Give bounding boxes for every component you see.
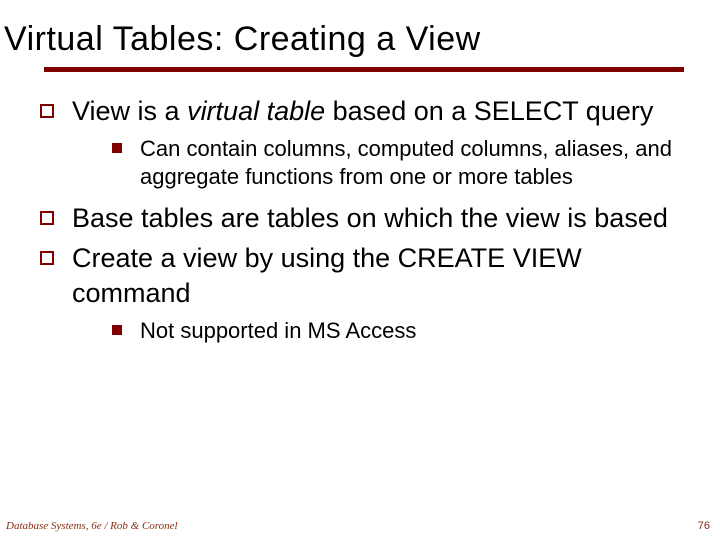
bullet-level2: Not supported in MS Access: [112, 317, 682, 345]
square-solid-icon: [112, 143, 122, 153]
square-solid-icon: [112, 325, 122, 335]
bullet-level1: View is a virtual table based on a SELEC…: [40, 94, 682, 129]
text-fragment: View is a: [72, 96, 187, 126]
slide-title: Virtual Tables: Creating a View: [4, 20, 700, 59]
square-outline-icon: [40, 211, 54, 225]
slide: Virtual Tables: Creating a View View is …: [0, 0, 720, 540]
bullet-level1: Base tables are tables on which the view…: [40, 201, 682, 236]
bullet-text: Not supported in MS Access: [140, 317, 416, 345]
bullet-level2: Can contain columns, computed columns, a…: [112, 135, 682, 191]
square-outline-icon: [40, 251, 54, 265]
footer-page-number: 76: [698, 520, 710, 532]
title-underline: [44, 67, 684, 72]
bullet-text: Can contain columns, computed columns, a…: [140, 135, 682, 191]
bullet-text: Base tables are tables on which the view…: [72, 201, 668, 236]
text-fragment: based on a SELECT query: [325, 96, 653, 126]
text-emphasis: virtual table: [187, 96, 325, 126]
bullet-text: Create a view by using the CREATE VIEW c…: [72, 241, 682, 310]
footer-source: Database Systems, 6e / Rob & Coronel: [6, 520, 178, 532]
bullet-text: View is a virtual table based on a SELEC…: [72, 94, 653, 129]
square-outline-icon: [40, 104, 54, 118]
bullet-level1: Create a view by using the CREATE VIEW c…: [40, 241, 682, 310]
slide-body: View is a virtual table based on a SELEC…: [0, 94, 700, 345]
